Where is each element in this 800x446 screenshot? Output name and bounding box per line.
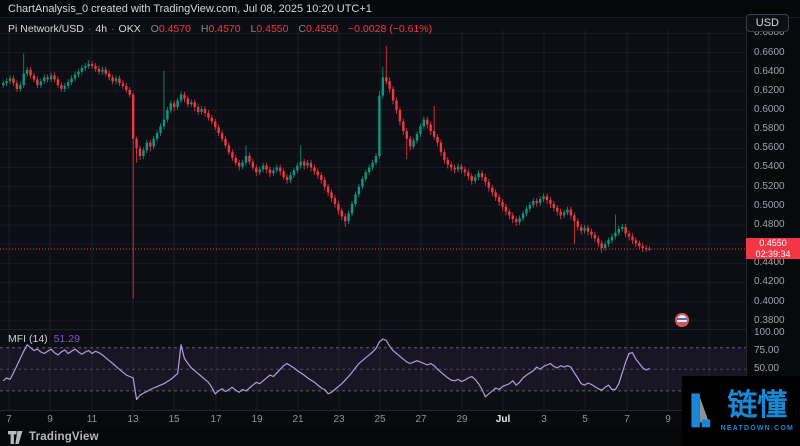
high-value: 0.4570 bbox=[208, 23, 240, 35]
time-axis-label: 17 bbox=[210, 414, 221, 425]
time-axis-label: 9 bbox=[665, 414, 671, 425]
legend-separator: · bbox=[111, 23, 115, 35]
current-price-value: 0.4550 bbox=[746, 238, 800, 249]
currency-toggle-button[interactable]: USD bbox=[746, 14, 789, 32]
interval-label[interactable]: 4h bbox=[95, 23, 107, 35]
price-axis-label: 0.6400 bbox=[754, 66, 785, 77]
price-axis-label: 0.6600 bbox=[754, 47, 785, 58]
price-axis-label: 0.5800 bbox=[754, 123, 785, 134]
time-axis-label: 19 bbox=[251, 414, 262, 425]
price-axis-label: 0.6200 bbox=[754, 85, 785, 96]
price-axis-label: 0.5200 bbox=[754, 181, 785, 192]
symbol-name[interactable]: Pi Network/USD bbox=[8, 23, 84, 35]
indicator-axis-label: 75.00 bbox=[754, 345, 779, 356]
chart-title-text: ChartAnalysis_0 created with TradingView… bbox=[8, 3, 372, 15]
change-value: −0.0028 (−0.61%) bbox=[348, 23, 432, 35]
time-axis-label: 9 bbox=[47, 414, 53, 425]
time-axis-label: 23 bbox=[333, 414, 344, 425]
footer-bar: TradingView bbox=[0, 428, 800, 446]
price-axis-label: 0.3800 bbox=[754, 315, 785, 326]
indicator-axis-label: 50.00 bbox=[754, 363, 779, 374]
time-axis-label: 13 bbox=[127, 414, 138, 425]
bar-countdown: 02:39:34 bbox=[746, 249, 800, 260]
indicator-legend[interactable]: MFI (14) 51.29 bbox=[8, 333, 80, 345]
open-value: 0.4570 bbox=[159, 23, 191, 35]
indicator-value: 51.29 bbox=[54, 333, 80, 345]
current-price-badge: 0.4550 02:39:34 bbox=[746, 238, 800, 259]
tradingview-brand-link[interactable]: TradingView bbox=[29, 431, 99, 443]
watermark-site-name: 链懂 bbox=[727, 391, 787, 421]
open-label: O bbox=[151, 23, 159, 35]
time-axis-label: 29 bbox=[456, 414, 467, 425]
tradingview-logo-icon[interactable] bbox=[8, 431, 23, 444]
price-axis-label: 0.5000 bbox=[754, 200, 785, 211]
time-axis-label: 7 bbox=[6, 414, 12, 425]
time-axis-label: 21 bbox=[292, 414, 303, 425]
time-axis-label: 3 bbox=[541, 414, 547, 425]
title-bar: ChartAnalysis_0 created with TradingView… bbox=[0, 0, 800, 18]
time-axis-label: 7 bbox=[624, 414, 630, 425]
price-axis-label: 0.4800 bbox=[754, 219, 785, 230]
indicator-name[interactable]: MFI (14) bbox=[8, 333, 48, 345]
close-value: 0.4550 bbox=[306, 23, 338, 35]
price-axis-label: 0.4200 bbox=[754, 276, 785, 287]
close-label: C bbox=[298, 23, 306, 35]
time-axis-label: Jul bbox=[496, 414, 510, 425]
symbol-legend[interactable]: Pi Network/USD·4h·OKX O0.4570 H0.4570 L0… bbox=[8, 23, 432, 35]
price-axis-label: 0.6000 bbox=[754, 104, 785, 115]
watermark-domain: NEATDOWN.COM bbox=[721, 425, 794, 432]
exchange-label[interactable]: OKX bbox=[119, 23, 141, 35]
time-axis-label: 25 bbox=[374, 414, 385, 425]
time-axis-label: 27 bbox=[415, 414, 426, 425]
price-axis-label: 0.4000 bbox=[754, 296, 785, 307]
indicator-axis-label: 100.00 bbox=[754, 327, 785, 338]
legend-separator: · bbox=[88, 23, 92, 35]
price-axis-label: 0.5600 bbox=[754, 142, 785, 153]
time-axis-label: 5 bbox=[582, 414, 588, 425]
time-axis-label: 15 bbox=[168, 414, 179, 425]
site-watermark: 链懂 NEATDOWN.COM bbox=[682, 376, 800, 446]
time-axis[interactable]: 7 9 11 13 15 17 19 21 23 25 27 29 Jul 3 5 7 9 bbox=[0, 410, 800, 428]
chart-pane-background bbox=[0, 18, 746, 410]
low-value: 0.4550 bbox=[256, 23, 288, 35]
economic-event-flag-icon[interactable] bbox=[675, 313, 689, 327]
price-axis-label: 0.5400 bbox=[754, 161, 785, 172]
watermark-logo-icon bbox=[689, 381, 716, 441]
time-axis-label: 11 bbox=[87, 414, 97, 425]
